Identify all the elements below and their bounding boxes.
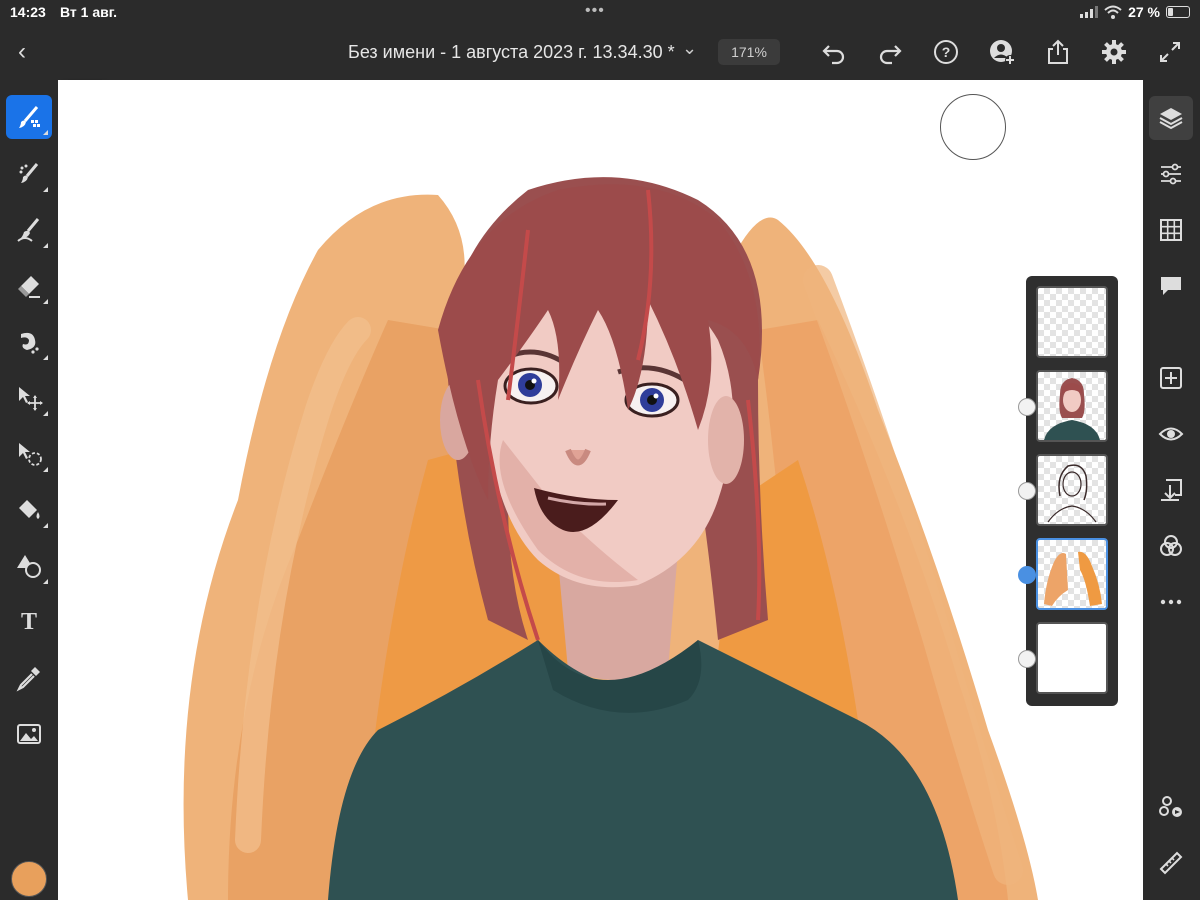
more-icon xyxy=(1160,599,1182,605)
layer-thumbnail-portrait[interactable] xyxy=(1036,370,1108,442)
text-icon: T xyxy=(20,608,37,635)
right-ear xyxy=(708,396,744,484)
paint-brush-tool[interactable] xyxy=(6,95,52,139)
status-date: Вт 1 авг. xyxy=(60,4,118,20)
text-tool[interactable]: T xyxy=(6,600,52,644)
layer-mask-badge-selected[interactable] xyxy=(1018,566,1036,584)
fill-icon xyxy=(19,500,40,519)
smudge-icon xyxy=(17,218,40,242)
pixel-brush-tool[interactable] xyxy=(6,152,52,196)
grid-icon xyxy=(1160,219,1182,241)
eyedropper-icon xyxy=(16,667,40,692)
battery-level xyxy=(1168,8,1173,16)
adjustments-icon xyxy=(1161,163,1181,185)
help-icon[interactable]: ? xyxy=(932,38,960,66)
orange-thumbnail xyxy=(1044,551,1102,606)
back-chevron-icon[interactable]: ‹ xyxy=(18,38,26,66)
eraser-icon xyxy=(18,276,40,298)
grid-button[interactable] xyxy=(1149,208,1193,252)
drawing-canvas[interactable] xyxy=(58,80,1143,900)
current-color-swatch[interactable] xyxy=(11,861,47,897)
merge-down-button[interactable] xyxy=(1149,468,1193,512)
layer-thumbnail-empty[interactable] xyxy=(1036,286,1108,358)
left-toolbar: T xyxy=(0,80,58,900)
background-layer-badge[interactable] xyxy=(1018,650,1036,668)
title-chevron-down-icon[interactable]: ⌄ xyxy=(682,38,697,59)
more-options-button[interactable] xyxy=(1149,580,1193,624)
lasso-tool[interactable] xyxy=(6,432,52,476)
svg-text:?: ? xyxy=(942,44,951,60)
layer-thumbnail-white-background[interactable] xyxy=(1036,622,1108,694)
share-button[interactable] xyxy=(1149,785,1193,829)
layer-thumbnail-orange-background[interactable] xyxy=(1036,538,1108,610)
battery-icon xyxy=(1166,6,1190,18)
wifi-icon xyxy=(1104,5,1122,19)
fill-tool[interactable] xyxy=(6,488,52,532)
undo-icon[interactable] xyxy=(820,38,848,66)
shape-tool[interactable] xyxy=(6,544,52,588)
blend-mode-button[interactable] xyxy=(1149,524,1193,568)
visibility-icon xyxy=(1158,427,1184,441)
layer-thumbnail-sketch[interactable] xyxy=(1036,454,1108,526)
comment-icon xyxy=(1161,277,1181,295)
layer-mask-badge[interactable] xyxy=(1018,398,1036,416)
artwork xyxy=(183,177,1038,900)
layers-icon xyxy=(1159,108,1183,130)
redo-icon[interactable] xyxy=(876,38,904,66)
pixel-brush-icon xyxy=(19,163,39,183)
multitasking-dots-icon[interactable]: ••• xyxy=(585,2,605,20)
signal-icon xyxy=(1080,6,1099,18)
document-title[interactable]: Без имени - 1 августа 2023 г. 13.34.30 * xyxy=(348,42,675,63)
status-time: 14:23 xyxy=(10,4,46,20)
layer-mask-badge[interactable] xyxy=(1018,482,1036,500)
export-share-icon[interactable] xyxy=(1044,38,1072,66)
paint-brush-icon xyxy=(19,106,40,128)
nose xyxy=(565,448,591,466)
battery-percent: 27 % xyxy=(1128,4,1160,20)
layers-button[interactable] xyxy=(1149,96,1193,140)
brush-cursor xyxy=(940,94,1006,160)
shape-icon xyxy=(17,555,41,578)
zoom-level[interactable]: 171% xyxy=(718,39,780,65)
ruler-button[interactable] xyxy=(1149,841,1193,885)
invite-user-icon[interactable] xyxy=(988,38,1016,66)
top-bar: ‹ Без имени - 1 августа 2023 г. 13.34.30… xyxy=(0,26,1200,80)
image-icon xyxy=(17,724,41,744)
adjustments-button[interactable] xyxy=(1149,152,1193,196)
fullscreen-icon[interactable] xyxy=(1156,38,1184,66)
liquify-icon xyxy=(21,332,39,354)
eyedropper-tool[interactable] xyxy=(6,656,52,700)
eraser-tool[interactable] xyxy=(6,264,52,308)
merge-down-icon xyxy=(1161,479,1182,501)
lasso-icon xyxy=(19,443,42,466)
right-toolbar xyxy=(1143,80,1200,900)
ruler-icon xyxy=(1159,851,1183,875)
comment-button[interactable] xyxy=(1149,264,1193,308)
layers-panel xyxy=(1018,276,1118,706)
move-icon xyxy=(19,387,43,411)
smudge-tool[interactable] xyxy=(6,208,52,252)
image-tool[interactable] xyxy=(6,712,52,756)
portrait-thumbnail xyxy=(1044,378,1100,440)
add-layer-icon xyxy=(1160,367,1182,389)
blend-mode-icon xyxy=(1160,535,1182,556)
move-tool[interactable] xyxy=(6,376,52,420)
status-bar: 14:23 Вт 1 авг. ••• 27 % xyxy=(0,0,1200,26)
sketch-thumbnail xyxy=(1047,464,1097,523)
settings-gear-icon[interactable] xyxy=(1100,38,1128,66)
share-icon xyxy=(1159,796,1182,817)
visibility-button[interactable] xyxy=(1149,412,1193,456)
add-layer-button[interactable] xyxy=(1149,356,1193,400)
status-right: 27 % xyxy=(1080,4,1190,20)
liquify-tool[interactable] xyxy=(6,320,52,364)
